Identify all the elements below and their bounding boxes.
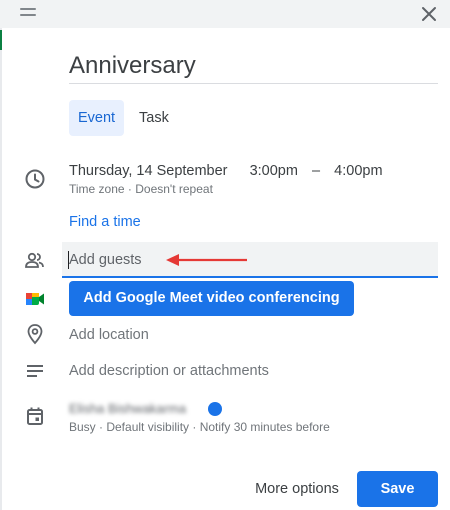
tab-event[interactable]: Event [69,100,124,136]
more-options-button[interactable]: More options [243,471,351,507]
add-google-meet-button[interactable]: Add Google Meet video conferencing [69,281,354,316]
drag-handle-icon[interactable] [20,8,36,18]
find-a-time-link[interactable]: Find a time [69,214,141,230]
clock-icon [24,168,46,190]
notes-icon [24,360,46,382]
people-icon [24,250,46,272]
text-cursor [68,251,69,269]
date-text[interactable]: Thursday, 14 September [69,163,228,179]
calendar-color-dot[interactable] [208,402,222,416]
add-location-field[interactable]: Add location [69,327,149,343]
calendar-visibility-details[interactable]: Busy · Default visibility · Notify 30 mi… [69,420,330,434]
timezone-repeat-text[interactable]: Time zone · Doesn't repeat [69,182,213,196]
dialog-header-bar[interactable] [0,0,450,28]
end-time[interactable]: 4:00pm [334,163,382,179]
google-meet-icon [24,288,46,310]
location-pin-icon [24,323,46,345]
event-dialog: Anniversary Event Task Thursday, 14 Sept… [0,0,450,510]
add-description-field[interactable]: Add description or attachments [69,363,269,379]
save-button[interactable]: Save [357,471,438,507]
tab-task[interactable]: Task [130,100,178,136]
add-guests-field[interactable] [62,242,438,278]
event-title-input[interactable]: Anniversary [69,51,438,84]
calendar-owner-name[interactable]: Elisha Bishwakarma [69,401,186,416]
time-separator: – [312,163,321,179]
left-accent [0,30,2,50]
calendar-icon [24,405,46,427]
date-time-row: Thursday, 14 September 3:00pm – 4:00pm [69,163,383,179]
close-icon[interactable] [418,3,440,25]
left-divider [0,28,2,510]
start-time[interactable]: 3:00pm [250,163,298,179]
annotation-arrow-icon [166,254,247,266]
